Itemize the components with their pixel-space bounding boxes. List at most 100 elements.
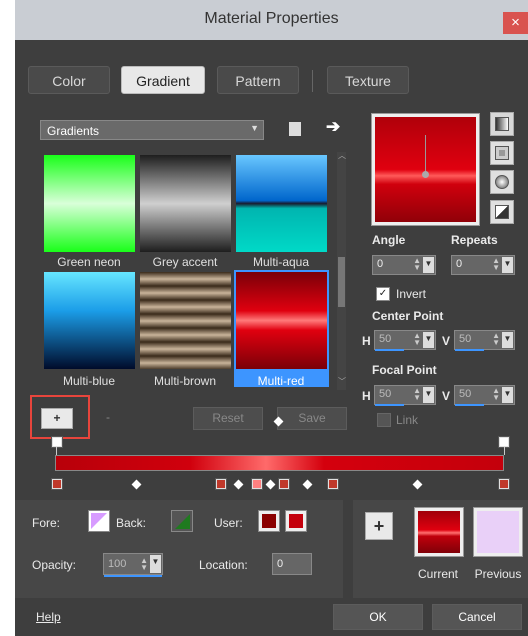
center-v-input[interactable]: 50 ▲ ▼ ▼: [454, 330, 515, 350]
swatch-label-multi-red: Multi-red: [257, 374, 305, 388]
focal-v-slider[interactable]: [455, 404, 484, 406]
previous-material-swatch[interactable]: [473, 507, 523, 557]
scroll-down-icon[interactable]: ﹀: [338, 376, 346, 387]
color-stop-1[interactable]: [215, 478, 227, 490]
add-swatch-button[interactable]: +: [365, 512, 393, 540]
color-stop-3[interactable]: [278, 478, 290, 490]
center-v-slider[interactable]: [455, 349, 484, 351]
angle-handle[interactable]: [422, 171, 429, 178]
help-link[interactable]: Help: [36, 610, 61, 624]
previous-label: Previous: [474, 567, 522, 581]
swatch-multi-brown[interactable]: [140, 272, 231, 369]
location-label: Location:: [199, 558, 248, 572]
color-stop-0[interactable]: [51, 478, 63, 490]
tab-divider: [312, 70, 313, 92]
angle-handle-line: [425, 135, 426, 173]
user-color-1[interactable]: [258, 510, 280, 532]
add-gradient-button[interactable]: +: [41, 408, 73, 429]
swatch-multi-aqua[interactable]: [236, 155, 327, 252]
current-label: Current: [417, 567, 458, 581]
center-v-label: V: [442, 334, 451, 348]
center-h-label: H: [362, 334, 371, 348]
back-color-swatch[interactable]: [171, 510, 193, 532]
opacity-label: Opacity:: [32, 558, 77, 572]
linear-gradient-button[interactable]: [490, 112, 514, 136]
swatch-multi-blue[interactable]: [44, 272, 135, 369]
location-input[interactable]: 0: [272, 553, 312, 575]
opacity-stop-left[interactable]: [51, 436, 63, 448]
sunburst-gradient-button[interactable]: [490, 200, 514, 224]
invert-checkbox[interactable]: ✓: [376, 287, 390, 301]
focal-point-label: Focal Point: [372, 363, 437, 377]
user-color-2[interactable]: [285, 510, 307, 532]
gradient-category-value: Gradients: [47, 124, 100, 138]
swatch-scrollbar[interactable]: ︿ ﹀: [337, 150, 346, 390]
back-triangle: [175, 514, 190, 529]
color-midpoint-1[interactable]: [131, 479, 142, 490]
current-material-swatch[interactable]: [414, 507, 464, 557]
center-point-label: Center Point: [372, 309, 444, 323]
scrollbar-thumb[interactable]: [338, 257, 345, 307]
link-checkbox[interactable]: [377, 413, 391, 427]
focal-h-input[interactable]: 50 ▲ ▼ ▼: [374, 385, 436, 405]
rectangular-gradient-button[interactable]: [490, 141, 514, 165]
swatch-multi-red[interactable]: [234, 270, 329, 371]
ok-button[interactable]: OK: [333, 604, 423, 630]
gradient-category-dropdown[interactable]: Gradients ▼: [40, 120, 264, 140]
repeats-input[interactable]: 0 ▲ ▼ ▼: [451, 255, 515, 275]
tab-gradient[interactable]: Gradient: [121, 66, 205, 94]
resource-icon[interactable]: [289, 122, 301, 136]
close-icon[interactable]: ×: [503, 12, 528, 34]
color-stop-4[interactable]: [327, 478, 339, 490]
material-properties-dialog: Material Properties × Color Gradient Pat…: [15, 0, 528, 636]
back-label: Back:: [116, 516, 147, 530]
fore-triangle: [91, 513, 107, 529]
opacity-slider[interactable]: [104, 575, 162, 577]
tab-color[interactable]: Color: [28, 66, 110, 94]
arrow-right-icon[interactable]: ➔: [326, 117, 340, 137]
gradient-preview-fill: [375, 117, 476, 222]
swatch-label-multi-blue: Multi-blue: [62, 374, 116, 388]
center-h-input[interactable]: 50 ▲ ▼ ▼: [374, 330, 436, 350]
swatch-label-grey-accent: Grey accent: [152, 255, 218, 269]
radial-gradient-button[interactable]: [490, 170, 514, 194]
invert-label: Invert: [396, 287, 427, 301]
stop-tick-right: [504, 447, 505, 455]
gradient-preview[interactable]: [371, 113, 480, 226]
tab-texture[interactable]: Texture: [327, 66, 409, 94]
swatch-grey-accent[interactable]: [140, 155, 231, 252]
window-title: Material Properties: [204, 10, 339, 27]
swatch-label-multi-brown: Multi-brown: [153, 374, 216, 388]
opacity-input[interactable]: 100 ▲ ▼ ▼: [103, 553, 163, 575]
link-label: Link: [396, 413, 419, 427]
color-stop-5[interactable]: [498, 478, 510, 490]
color-midpoint-5[interactable]: [412, 479, 423, 490]
swatch-label-multi-aqua: Multi-aqua: [252, 255, 310, 269]
save-button[interactable]: Save: [277, 407, 347, 430]
tab-pattern[interactable]: Pattern: [217, 66, 299, 94]
fore-color-swatch[interactable]: [88, 510, 110, 532]
scroll-up-icon[interactable]: ︿: [338, 150, 346, 161]
focal-h-label: H: [362, 389, 371, 403]
swatch-label-green-neon: Green neon: [57, 255, 121, 269]
reset-button[interactable]: Reset: [193, 407, 263, 430]
color-midpoint-3[interactable]: [265, 479, 276, 490]
current-material-fill: [418, 511, 460, 553]
cancel-button[interactable]: Cancel: [432, 604, 522, 630]
title-bar: Material Properties ×: [15, 0, 528, 40]
focal-h-slider[interactable]: [375, 404, 404, 406]
color-stop-2[interactable]: [251, 478, 263, 490]
stop-tick-left: [56, 447, 57, 455]
gradient-editor-bar[interactable]: [55, 455, 504, 471]
focal-v-input[interactable]: 50 ▲ ▼ ▼: [454, 385, 515, 405]
swatch-green-neon[interactable]: [44, 155, 135, 252]
remove-gradient-button[interactable]: -: [95, 408, 121, 429]
center-h-slider[interactable]: [375, 349, 404, 351]
user-label: User:: [214, 516, 243, 530]
chevron-down-icon: ▼: [250, 123, 259, 133]
color-midpoint-2[interactable]: [233, 479, 244, 490]
fore-label: Fore:: [32, 516, 61, 530]
previous-material-fill: [477, 511, 519, 553]
angle-input[interactable]: 0 ▲ ▼ ▼: [372, 255, 436, 275]
color-midpoint-4[interactable]: [302, 479, 313, 490]
